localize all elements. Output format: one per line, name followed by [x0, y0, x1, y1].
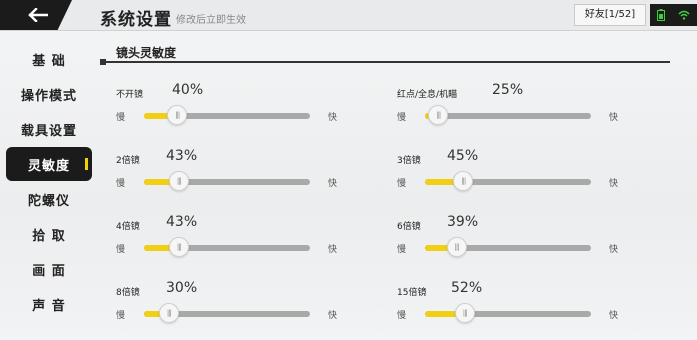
- setting-label: 8倍镜: [116, 288, 140, 298]
- sensitivity-slider[interactable]: |||: [425, 171, 591, 191]
- setting-value: 52%: [451, 280, 483, 296]
- back-arrow-icon: [28, 8, 48, 22]
- setting-value: 43%: [166, 214, 198, 230]
- slider-handle[interactable]: |||: [167, 105, 188, 125]
- fast-label: 快: [328, 245, 338, 255]
- fast-label: 快: [609, 245, 619, 255]
- sensitivity-slider[interactable]: |||: [144, 105, 310, 125]
- setting-15x-scope: 15倍镜 52% 慢 ||| 快: [397, 280, 657, 340]
- section-title: 镜头灵敏度: [116, 46, 177, 60]
- top-bar: 系统设置 修改后立即生效 好友[1/52]: [0, 0, 697, 31]
- slider-handle[interactable]: |||: [158, 303, 179, 323]
- fast-label: 快: [609, 179, 619, 189]
- setting-8x-scope: 8倍镜 30% 慢 ||| 快: [116, 280, 376, 340]
- status-area: [650, 4, 697, 26]
- setting-3x-scope: 3倍镜 45% 慢 ||| 快: [397, 148, 657, 208]
- grip-icon: |||: [454, 242, 459, 251]
- slow-label: 慢: [116, 311, 126, 321]
- setting-2x-scope: 2倍镜 43% 慢 ||| 快: [116, 148, 376, 208]
- setting-label: 15倍镜: [397, 288, 427, 298]
- friends-button[interactable]: 好友[1/52]: [574, 4, 646, 26]
- grip-icon: |||: [461, 176, 466, 185]
- fast-label: 快: [609, 113, 619, 123]
- setting-value: 43%: [166, 148, 198, 164]
- slider-handle[interactable]: |||: [168, 237, 189, 257]
- grip-icon: |||: [175, 110, 180, 119]
- sensitivity-slider[interactable]: |||: [144, 237, 310, 257]
- grip-icon: |||: [436, 110, 441, 119]
- slow-label: 慢: [116, 113, 126, 123]
- setting-label: 2倍镜: [116, 156, 140, 166]
- fast-label: 快: [328, 311, 338, 321]
- sensitivity-slider[interactable]: |||: [425, 237, 591, 257]
- slow-label: 慢: [116, 245, 126, 255]
- back-button[interactable]: [0, 0, 72, 30]
- sidebar: 基 础 操作模式 载具设置 灵敏度 陀螺仪 拾 取 画 面 声 音: [0, 38, 100, 340]
- setting-value: 25%: [492, 82, 524, 98]
- slow-label: 慢: [116, 179, 126, 189]
- setting-4x-scope: 4倍镜 43% 慢 ||| 快: [116, 214, 376, 274]
- setting-value: 45%: [447, 148, 479, 164]
- sidebar-item-vehicle[interactable]: 载具设置: [6, 112, 92, 146]
- slow-label: 慢: [397, 245, 407, 255]
- setting-label: 红点/全息/机瞄: [397, 90, 458, 100]
- sidebar-item-control-mode[interactable]: 操作模式: [6, 77, 92, 111]
- setting-label: 3倍镜: [397, 156, 421, 166]
- fast-label: 快: [328, 179, 338, 189]
- slider-handle[interactable]: |||: [168, 171, 189, 191]
- setting-value: 40%: [172, 82, 204, 98]
- sidebar-item-basic[interactable]: 基 础: [6, 42, 92, 76]
- setting-value: 39%: [447, 214, 479, 230]
- sidebar-item-sensitivity[interactable]: 灵敏度: [6, 147, 92, 181]
- sensitivity-slider[interactable]: |||: [144, 303, 310, 323]
- battery-icon: [656, 9, 665, 21]
- wifi-icon: [678, 10, 690, 20]
- setting-label: 6倍镜: [397, 222, 421, 232]
- sidebar-item-audio[interactable]: 声 音: [6, 287, 92, 321]
- setting-label: 不开镜: [116, 90, 144, 100]
- grip-icon: |||: [176, 176, 182, 185]
- setting-6x-scope: 6倍镜 39% 慢 ||| 快: [397, 214, 657, 274]
- slow-label: 慢: [397, 311, 407, 321]
- grip-icon: |||: [166, 308, 172, 317]
- setting-no-scope: 不开镜 40% 慢 ||| 快: [116, 82, 376, 142]
- grip-icon: |||: [176, 242, 182, 251]
- fast-label: 快: [328, 113, 338, 123]
- sensitivity-slider[interactable]: |||: [425, 303, 591, 323]
- sidebar-item-graphics[interactable]: 画 面: [6, 252, 92, 286]
- setting-value: 30%: [166, 280, 198, 296]
- slow-label: 慢: [397, 179, 407, 189]
- sensitivity-slider[interactable]: |||: [425, 105, 591, 125]
- sidebar-item-pickup[interactable]: 拾 取: [6, 217, 92, 251]
- sensitivity-slider[interactable]: |||: [144, 171, 310, 191]
- slider-handle[interactable]: |||: [446, 237, 467, 257]
- fast-label: 快: [609, 311, 619, 321]
- sidebar-item-gyroscope[interactable]: 陀螺仪: [6, 182, 92, 216]
- page-subtitle: 修改后立即生效: [176, 15, 246, 26]
- slider-handle[interactable]: |||: [428, 105, 449, 125]
- slow-label: 慢: [397, 113, 407, 123]
- page-title: 系统设置: [100, 10, 172, 30]
- grip-icon: |||: [462, 308, 468, 317]
- slider-handle[interactable]: |||: [453, 171, 474, 191]
- section-divider: [100, 61, 670, 63]
- slider-handle[interactable]: |||: [454, 303, 475, 323]
- setting-label: 4倍镜: [116, 222, 140, 232]
- setting-red-dot: 红点/全息/机瞄 25% 慢 ||| 快: [397, 82, 657, 142]
